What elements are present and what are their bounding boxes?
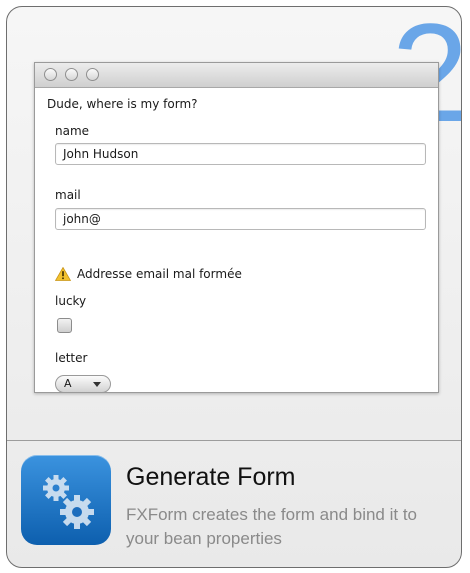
chevron-down-icon <box>93 382 101 387</box>
form-title: Dude, where is my form? <box>47 97 198 111</box>
form-content: Dude, where is my form? name John Hudson… <box>35 87 438 393</box>
letter-label: letter <box>55 351 88 365</box>
app-window: Dude, where is my form? name John Hudson… <box>34 62 439 393</box>
lucky-checkbox[interactable] <box>57 318 72 333</box>
lucky-label: lucky <box>55 294 87 308</box>
letter-select-value: A <box>64 377 72 390</box>
warning-icon <box>55 267 71 281</box>
mail-label: mail <box>55 188 81 202</box>
warning-text: Addresse email mal formée <box>77 267 242 281</box>
letter-select[interactable]: A <box>55 375 111 393</box>
feature-description: FXForm creates the form and bind it to y… <box>126 505 418 548</box>
divider <box>7 440 461 441</box>
validation-warning: Addresse email mal formée <box>55 267 242 281</box>
window-titlebar[interactable] <box>35 63 438 88</box>
name-label: name <box>55 124 90 138</box>
feature-title: Generate Form <box>126 463 296 491</box>
close-window-button[interactable] <box>44 68 57 81</box>
zoom-window-button[interactable] <box>86 68 99 81</box>
name-field[interactable]: John Hudson <box>55 143 426 165</box>
mail-field[interactable]: john@ <box>55 208 426 230</box>
gears-icon <box>21 455 111 545</box>
minimize-window-button[interactable] <box>65 68 78 81</box>
